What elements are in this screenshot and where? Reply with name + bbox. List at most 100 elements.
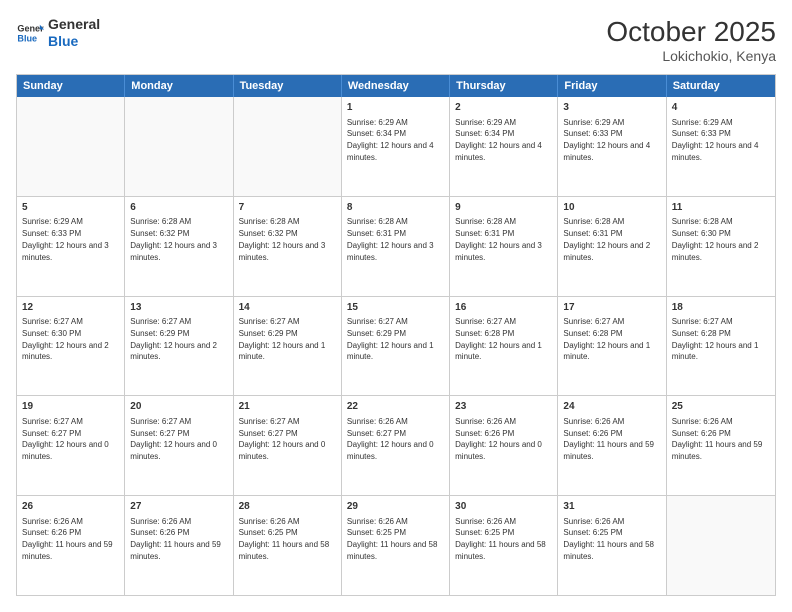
sunset-text: Sunset: 6:26 PM	[130, 528, 189, 537]
day-number: 25	[672, 400, 770, 414]
day-number: 2	[455, 101, 552, 115]
daylight-text: Daylight: 12 hours and 1 minute.	[672, 341, 759, 362]
day-number: 27	[130, 500, 227, 514]
day-number: 9	[455, 201, 552, 215]
sunrise-text: Sunrise: 6:27 AM	[130, 317, 191, 326]
header-monday: Monday	[125, 75, 233, 97]
day-number: 24	[563, 400, 660, 414]
day-number: 17	[563, 301, 660, 315]
logo-general: General	[48, 16, 100, 33]
daylight-text: Daylight: 12 hours and 2 minutes.	[22, 341, 109, 362]
sunrise-text: Sunrise: 6:26 AM	[563, 517, 624, 526]
daylight-text: Daylight: 12 hours and 3 minutes.	[130, 241, 217, 262]
cal-cell-27-4-1: 27 Sunrise: 6:26 AM Sunset: 6:26 PM Dayl…	[125, 496, 233, 595]
cal-cell-28-4-2: 28 Sunrise: 6:26 AM Sunset: 6:25 PM Dayl…	[234, 496, 342, 595]
sunset-text: Sunset: 6:25 PM	[347, 528, 406, 537]
cal-cell-17-2-5: 17 Sunrise: 6:27 AM Sunset: 6:28 PM Dayl…	[558, 297, 666, 396]
sunset-text: Sunset: 6:34 PM	[455, 129, 514, 138]
cal-cell-empty-0-1	[125, 97, 233, 196]
cal-cell-empty-0-0	[17, 97, 125, 196]
calendar: Sunday Monday Tuesday Wednesday Thursday…	[16, 74, 776, 596]
sunrise-text: Sunrise: 6:27 AM	[455, 317, 516, 326]
daylight-text: Daylight: 12 hours and 0 minutes.	[455, 440, 542, 461]
daylight-text: Daylight: 11 hours and 59 minutes.	[130, 540, 221, 561]
sunrise-text: Sunrise: 6:26 AM	[455, 417, 516, 426]
sunset-text: Sunset: 6:30 PM	[672, 229, 731, 238]
cal-cell-empty-4-6	[667, 496, 775, 595]
sunrise-text: Sunrise: 6:26 AM	[672, 417, 733, 426]
daylight-text: Daylight: 11 hours and 59 minutes.	[22, 540, 113, 561]
sunset-text: Sunset: 6:32 PM	[239, 229, 298, 238]
day-number: 10	[563, 201, 660, 215]
day-number: 14	[239, 301, 336, 315]
header-friday: Friday	[558, 75, 666, 97]
cal-cell-10-1-5: 10 Sunrise: 6:28 AM Sunset: 6:31 PM Dayl…	[558, 197, 666, 296]
sunset-text: Sunset: 6:30 PM	[22, 329, 81, 338]
daylight-text: Daylight: 12 hours and 1 minute.	[239, 341, 326, 362]
cal-cell-26-4-0: 26 Sunrise: 6:26 AM Sunset: 6:26 PM Dayl…	[17, 496, 125, 595]
daylight-text: Daylight: 12 hours and 2 minutes.	[563, 241, 650, 262]
daylight-text: Daylight: 12 hours and 0 minutes.	[239, 440, 326, 461]
sunrise-text: Sunrise: 6:28 AM	[672, 217, 733, 226]
daylight-text: Daylight: 12 hours and 0 minutes.	[130, 440, 217, 461]
day-number: 15	[347, 301, 444, 315]
daylight-text: Daylight: 11 hours and 58 minutes.	[347, 540, 438, 561]
cal-cell-31-4-5: 31 Sunrise: 6:26 AM Sunset: 6:25 PM Dayl…	[558, 496, 666, 595]
sunrise-text: Sunrise: 6:26 AM	[22, 517, 83, 526]
day-number: 28	[239, 500, 336, 514]
cal-cell-4-0-6: 4 Sunrise: 6:29 AM Sunset: 6:33 PM Dayli…	[667, 97, 775, 196]
sunrise-text: Sunrise: 6:28 AM	[455, 217, 516, 226]
sunset-text: Sunset: 6:26 PM	[563, 429, 622, 438]
location-subtitle: Lokichokio, Kenya	[606, 48, 776, 64]
daylight-text: Daylight: 12 hours and 3 minutes.	[347, 241, 434, 262]
cal-cell-20-3-1: 20 Sunrise: 6:27 AM Sunset: 6:27 PM Dayl…	[125, 396, 233, 495]
daylight-text: Daylight: 12 hours and 4 minutes.	[563, 141, 650, 162]
cal-cell-18-2-6: 18 Sunrise: 6:27 AM Sunset: 6:28 PM Dayl…	[667, 297, 775, 396]
daylight-text: Daylight: 11 hours and 59 minutes.	[563, 440, 654, 461]
sunset-text: Sunset: 6:29 PM	[130, 329, 189, 338]
daylight-text: Daylight: 12 hours and 3 minutes.	[455, 241, 542, 262]
sunset-text: Sunset: 6:31 PM	[455, 229, 514, 238]
day-number: 29	[347, 500, 444, 514]
sunset-text: Sunset: 6:28 PM	[563, 329, 622, 338]
cal-cell-13-2-1: 13 Sunrise: 6:27 AM Sunset: 6:29 PM Dayl…	[125, 297, 233, 396]
day-number: 3	[563, 101, 660, 115]
sunset-text: Sunset: 6:26 PM	[22, 528, 81, 537]
header-sunday: Sunday	[17, 75, 125, 97]
sunset-text: Sunset: 6:27 PM	[239, 429, 298, 438]
day-number: 16	[455, 301, 552, 315]
daylight-text: Daylight: 12 hours and 0 minutes.	[347, 440, 434, 461]
daylight-text: Daylight: 12 hours and 3 minutes.	[239, 241, 326, 262]
cal-cell-12-2-0: 12 Sunrise: 6:27 AM Sunset: 6:30 PM Dayl…	[17, 297, 125, 396]
day-number: 18	[672, 301, 770, 315]
sunset-text: Sunset: 6:27 PM	[130, 429, 189, 438]
day-number: 20	[130, 400, 227, 414]
cal-cell-1-0-3: 1 Sunrise: 6:29 AM Sunset: 6:34 PM Dayli…	[342, 97, 450, 196]
sunset-text: Sunset: 6:28 PM	[672, 329, 731, 338]
sunset-text: Sunset: 6:31 PM	[563, 229, 622, 238]
week-row-1: 1 Sunrise: 6:29 AM Sunset: 6:34 PM Dayli…	[17, 97, 775, 196]
sunrise-text: Sunrise: 6:28 AM	[130, 217, 191, 226]
daylight-text: Daylight: 12 hours and 4 minutes.	[455, 141, 542, 162]
cal-cell-14-2-2: 14 Sunrise: 6:27 AM Sunset: 6:29 PM Dayl…	[234, 297, 342, 396]
sunset-text: Sunset: 6:29 PM	[239, 329, 298, 338]
sunset-text: Sunset: 6:26 PM	[672, 429, 731, 438]
sunset-text: Sunset: 6:27 PM	[22, 429, 81, 438]
sunrise-text: Sunrise: 6:28 AM	[239, 217, 300, 226]
sunrise-text: Sunrise: 6:26 AM	[347, 517, 408, 526]
day-number: 7	[239, 201, 336, 215]
daylight-text: Daylight: 12 hours and 3 minutes.	[22, 241, 109, 262]
title-block: October 2025 Lokichokio, Kenya	[606, 16, 776, 64]
sunset-text: Sunset: 6:31 PM	[347, 229, 406, 238]
sunrise-text: Sunrise: 6:27 AM	[239, 317, 300, 326]
sunset-text: Sunset: 6:34 PM	[347, 129, 406, 138]
logo: General Blue General Blue	[16, 16, 100, 50]
day-number: 12	[22, 301, 119, 315]
sunset-text: Sunset: 6:25 PM	[455, 528, 514, 537]
sunrise-text: Sunrise: 6:26 AM	[347, 417, 408, 426]
cal-cell-23-3-4: 23 Sunrise: 6:26 AM Sunset: 6:26 PM Dayl…	[450, 396, 558, 495]
sunrise-text: Sunrise: 6:26 AM	[130, 517, 191, 526]
sunrise-text: Sunrise: 6:29 AM	[347, 118, 408, 127]
sunrise-text: Sunrise: 6:26 AM	[563, 417, 624, 426]
daylight-text: Daylight: 12 hours and 1 minute.	[563, 341, 650, 362]
